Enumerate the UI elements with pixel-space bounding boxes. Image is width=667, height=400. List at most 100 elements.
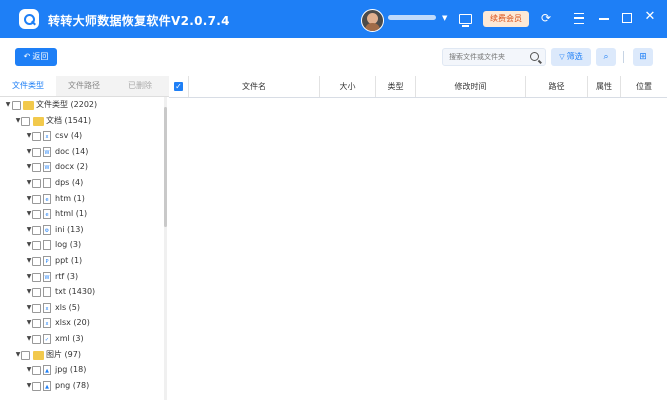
tree-checkbox[interactable]	[32, 256, 41, 266]
tree-label: dps (4)	[55, 177, 84, 187]
tree-checkbox[interactable]	[32, 366, 41, 376]
column-attributes[interactable]: 属性	[587, 76, 620, 97]
chevron-down-icon[interactable]: ▼	[442, 14, 447, 22]
select-all-checkbox[interactable]: ✓	[174, 82, 183, 91]
tab-file-path[interactable]: 文件路径	[56, 76, 112, 96]
file-list-area	[169, 98, 667, 400]
tree-row-jpg[interactable]: ▼ ▲ jpg (18)	[0, 362, 163, 378]
xls-file-icon: x	[43, 302, 51, 313]
tree-row-log[interactable]: ▼ log (3)	[0, 237, 163, 253]
tree-row-rtf[interactable]: ▼ W rtf (3)	[0, 269, 163, 285]
column-file-name[interactable]: 文件名	[188, 76, 319, 97]
file-table-header: ✓ 文件名 大小 类型 修改时间 路径 属性 位置	[169, 76, 667, 98]
filter-button[interactable]: ▽ 筛选	[551, 48, 591, 66]
search-box[interactable]	[442, 48, 546, 66]
tree-label: png (78)	[55, 380, 90, 390]
tree-row-xlsx[interactable]: ▼ x xlsx (20)	[0, 315, 163, 331]
minimize-icon[interactable]	[599, 18, 609, 20]
tree-label: docx (2)	[55, 162, 88, 172]
toolbar-divider	[623, 51, 624, 63]
search-input[interactable]	[443, 49, 527, 65]
tab-file-type[interactable]: 文件类型	[0, 76, 56, 96]
user-avatar[interactable]	[361, 9, 384, 32]
tree-checkbox[interactable]	[32, 334, 41, 344]
title-bar: 转转大师数据恢复软件V2.0.7.4 ▼ 续费会员 ⟳ ✕	[0, 0, 667, 38]
tree-checkbox[interactable]	[32, 272, 41, 282]
tree-checkbox[interactable]	[32, 210, 41, 220]
scroll-thumb[interactable]	[164, 107, 167, 227]
tree-row-txt[interactable]: ▼ txt (1430)	[0, 284, 163, 300]
column-size[interactable]: 大小	[319, 76, 375, 97]
tree-checkbox[interactable]	[32, 288, 41, 298]
preview-search-icon[interactable]: ⌕	[596, 48, 616, 66]
tree-row-ppt[interactable]: ▼ P ppt (1)	[0, 253, 163, 269]
tree-row-png[interactable]: ▼ ▲ png (78)	[0, 378, 163, 394]
tree-checkbox[interactable]	[21, 116, 30, 126]
dps-file-icon	[43, 177, 51, 188]
tree-label: txt (1430)	[55, 287, 96, 297]
folder-icon	[23, 101, 34, 110]
column-location[interactable]: 位置	[620, 76, 667, 97]
maximize-icon[interactable]	[622, 13, 632, 23]
tree-checkbox[interactable]	[32, 303, 41, 313]
jpg-file-icon: ▲	[43, 365, 51, 376]
tree-checkbox[interactable]	[32, 163, 41, 173]
tree-label: log (3)	[55, 240, 82, 250]
folder-icon	[33, 350, 44, 360]
tree-label: doc (14)	[55, 146, 89, 156]
tree-scrollbar[interactable]	[164, 97, 167, 400]
tree-row-docx[interactable]: ▼ W docx (2)	[0, 159, 163, 175]
tree-row-xls[interactable]: ▼ x xls (5)	[0, 300, 163, 316]
tree-label: 文档 (1541)	[46, 115, 92, 125]
tree-label: csv (4)	[55, 131, 83, 141]
folder-icon	[33, 116, 44, 126]
tree-label: ini (13)	[55, 224, 84, 234]
tree-label: 图片 (97)	[46, 349, 81, 359]
tree-label: 文件类型 (2202)	[36, 100, 98, 109]
xml-file-icon: ✓	[43, 333, 51, 344]
tree-row-xml[interactable]: ▼ ✓ xml (3)	[0, 331, 163, 347]
tree-checkbox[interactable]	[32, 225, 41, 235]
tree-row-dps[interactable]: ▼ dps (4)	[0, 175, 163, 191]
tree-row-doc[interactable]: ▼ W doc (14)	[0, 144, 163, 160]
filter-label: 筛选	[566, 52, 583, 61]
tree-row-html[interactable]: ▼ e html (1)	[0, 206, 163, 222]
close-icon[interactable]: ✕	[643, 10, 657, 24]
back-button[interactable]: ↶ 返回	[15, 48, 57, 66]
tree-row-csv[interactable]: ▼ x csv (4)	[0, 128, 163, 144]
doc-file-icon: W	[43, 146, 51, 157]
tree-label: html (1)	[55, 209, 88, 219]
tree-checkbox[interactable]	[12, 101, 21, 110]
grid-icon[interactable]: ⊞	[633, 48, 653, 66]
search-icon[interactable]	[530, 52, 539, 61]
tree-row-documents[interactable]: ▼ 文档 (1541)	[0, 113, 163, 129]
tree-checkbox[interactable]	[32, 241, 41, 251]
vip-renew-button[interactable]: 续费会员	[483, 11, 529, 27]
tree-label: jpg (18)	[55, 365, 87, 375]
html-file-icon: e	[43, 209, 51, 220]
menu-icon[interactable]	[574, 13, 584, 24]
tree-checkbox[interactable]	[32, 132, 41, 142]
tab-deleted[interactable]: 已删除	[112, 76, 168, 96]
back-label: 返回	[32, 52, 49, 61]
column-type[interactable]: 类型	[375, 76, 415, 97]
txt-file-icon	[43, 287, 51, 298]
tree-label: xls (5)	[55, 302, 80, 312]
tree-checkbox[interactable]	[32, 381, 41, 391]
tree-checkbox[interactable]	[21, 350, 30, 360]
toolbar: ↶返回 ▽筛选 ⌕ ⊞	[0, 38, 667, 76]
tree-row-file-types[interactable]: ▼ 文件类型 (2202)	[0, 97, 163, 113]
tree-checkbox[interactable]	[32, 319, 41, 329]
tree-row-images[interactable]: ▼ 图片 (97)	[0, 347, 163, 363]
username-blurred	[388, 15, 436, 20]
tree-checkbox[interactable]	[32, 147, 41, 157]
monitor-icon[interactable]	[459, 14, 472, 27]
column-path[interactable]: 路径	[525, 76, 587, 97]
refresh-icon[interactable]: ⟳	[540, 12, 552, 24]
tree-row-htm[interactable]: ▼ e htm (1)	[0, 191, 163, 207]
tree-expand-icon[interactable]: ▼	[4, 97, 12, 113]
tree-checkbox[interactable]	[32, 194, 41, 204]
tree-row-ini[interactable]: ▼ ⚙ ini (13)	[0, 222, 163, 238]
column-modified-time[interactable]: 修改时间	[415, 76, 525, 97]
tree-checkbox[interactable]	[32, 178, 41, 188]
